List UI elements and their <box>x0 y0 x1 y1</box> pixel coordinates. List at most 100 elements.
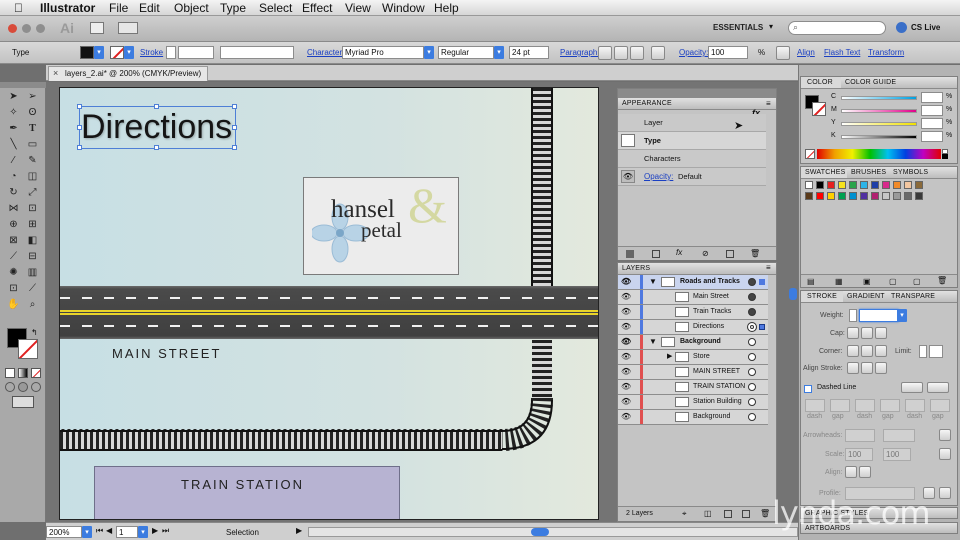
close-icon[interactable]: × <box>53 68 58 78</box>
line-tool-icon[interactable]: ╲ <box>5 138 22 152</box>
delete-item-icon[interactable]: 🗑 <box>750 249 760 258</box>
layer-name[interactable]: Background <box>680 335 721 349</box>
color-swatch[interactable] <box>871 181 879 189</box>
dash-preserve-button[interactable] <box>901 382 923 393</box>
eye-icon[interactable]: 👁 <box>621 353 631 361</box>
paragraph-link[interactable]: Paragraph: <box>560 48 600 57</box>
artboard[interactable]: Directions & hansel petal MAIN STREET TR… <box>59 87 599 520</box>
eye-icon[interactable]: 👁 <box>621 323 631 331</box>
round-join-button[interactable] <box>861 345 873 357</box>
pen-tool-icon[interactable]: ✒ <box>5 122 22 136</box>
layers-panel-header[interactable]: LAYERS <box>618 263 776 275</box>
align-center-button[interactable] <box>614 46 628 60</box>
menu-help[interactable]: Help <box>434 1 459 15</box>
tab-transparency[interactable]: TRANSPARE <box>891 291 935 303</box>
eye-icon[interactable]: 👁 <box>621 383 631 391</box>
link-scale-button[interactable] <box>939 448 951 460</box>
arrow-tip-beyond-button[interactable] <box>845 466 857 478</box>
dash-field-2[interactable] <box>855 399 875 412</box>
eye-icon[interactable]: 👁 <box>621 278 631 286</box>
scale-start-field[interactable]: 100 <box>845 448 873 461</box>
column-graph-tool-icon[interactable]: ▥ <box>24 266 41 280</box>
horizontal-scrollbar[interactable] <box>308 527 798 537</box>
screen-mode-icon[interactable] <box>12 396 34 408</box>
font-style-dropdown[interactable]: ▾ <box>494 46 504 59</box>
menu-view[interactable]: View <box>345 1 371 15</box>
rectangle-tool-icon[interactable]: ▭ <box>24 138 41 152</box>
dashed-line-checkbox[interactable] <box>804 385 812 393</box>
color-swatch[interactable] <box>816 181 824 189</box>
slider-y[interactable] <box>841 122 917 126</box>
station-building[interactable]: TRAIN STATION <box>94 466 400 519</box>
eyedropper-tool-icon[interactable]: ⟋ <box>5 250 22 264</box>
blend-tool-icon[interactable]: ⊟ <box>24 250 41 264</box>
scale-tool-icon[interactable]: ⤢ <box>24 186 41 200</box>
gradient-tool-icon[interactable]: ◧ <box>24 234 41 248</box>
delete-layer-icon[interactable]: 🗑 <box>760 509 770 518</box>
swap-colors-icon[interactable]: ↰ <box>31 328 38 337</box>
tab-gradient[interactable]: GRADIENT <box>847 291 885 303</box>
weight-dropdown[interactable]: ▾ <box>897 309 907 322</box>
target-icon[interactable] <box>748 398 756 406</box>
dash-align-button[interactable] <box>927 382 949 393</box>
workspace-switcher[interactable]: ESSENTIALS <box>713 23 763 32</box>
menu-edit[interactable]: Edit <box>139 1 160 15</box>
scale-end-field[interactable]: 100 <box>883 448 911 461</box>
mesh-tool-icon[interactable]: ⊠ <box>5 234 22 248</box>
tab-color-guide[interactable]: COLOR GUIDE <box>843 77 896 89</box>
limit-field[interactable] <box>929 345 943 358</box>
target-icon[interactable] <box>748 368 756 376</box>
slider-m[interactable] <box>841 109 917 113</box>
lasso-tool-icon[interactable]: ʘ <box>24 106 41 120</box>
stroke-swatch[interactable] <box>110 46 124 59</box>
artboard-number-field[interactable]: 1 <box>116 526 138 538</box>
help-search-input[interactable]: ⌕ <box>788 21 886 35</box>
recolor-artwork-button[interactable] <box>651 46 665 60</box>
layer-name[interactable]: TRAIN STATION <box>693 380 745 394</box>
zoom-field[interactable]: 200% <box>46 526 82 538</box>
layer-name[interactable]: Roads and Tracks <box>680 275 740 289</box>
none-swatch[interactable] <box>805 149 815 159</box>
color-swatch[interactable] <box>849 192 857 200</box>
flip-across-button[interactable] <box>939 487 951 499</box>
delete-swatch-icon[interactable]: 🗑 <box>937 276 947 285</box>
swatch-options-icon[interactable]: ▣ <box>863 277 871 286</box>
perspective-grid-tool-icon[interactable]: ⊞ <box>24 218 41 232</box>
add-stroke-icon[interactable] <box>652 250 660 258</box>
layer-row[interactable]: 👁 Background <box>618 410 768 425</box>
stroke-color-box[interactable] <box>812 102 826 116</box>
gradient-mode-icon[interactable] <box>18 368 28 378</box>
value-k[interactable] <box>921 131 943 142</box>
main-street-label[interactable]: MAIN STREET <box>112 346 221 361</box>
projecting-cap-button[interactable] <box>875 327 887 339</box>
slider-k[interactable] <box>841 135 917 139</box>
appearance-row-characters[interactable]: Characters <box>618 150 766 168</box>
gap-field-1[interactable] <box>830 399 850 412</box>
disclosure-triangle-icon[interactable]: ▼ <box>649 335 657 349</box>
scrollbar-thumb[interactable] <box>531 528 549 536</box>
color-swatch[interactable] <box>805 192 813 200</box>
color-swatch[interactable] <box>860 181 868 189</box>
layer-name[interactable]: Background <box>693 410 730 424</box>
new-color-group-icon[interactable]: ▢ <box>889 277 897 286</box>
layer-row[interactable]: 👁 MAIN STREET <box>618 365 768 380</box>
zoom-window-icon[interactable] <box>36 24 45 33</box>
value-y[interactable] <box>921 118 943 129</box>
gap-field-3[interactable] <box>930 399 950 412</box>
draw-inside-icon[interactable] <box>31 382 41 392</box>
document-setup-button[interactable] <box>776 46 790 60</box>
layer-row[interactable]: 👁 TRAIN STATION <box>618 380 768 395</box>
apple-icon[interactable]:  <box>14 1 23 15</box>
next-artboard-icon[interactable]: ▶ <box>152 526 158 535</box>
align-left-button[interactable] <box>598 46 612 60</box>
tab-stroke[interactable]: STROKE <box>801 291 843 302</box>
fill-dropdown[interactable]: ▾ <box>94 46 104 59</box>
swap-arrowheads-button[interactable] <box>939 429 951 441</box>
font-family-field[interactable]: Myriad Pro <box>342 46 424 59</box>
stroke-link[interactable]: Stroke <box>140 48 163 57</box>
target-icon[interactable] <box>747 322 757 332</box>
close-window-icon[interactable] <box>8 24 17 33</box>
menu-type[interactable]: Type <box>220 1 246 15</box>
color-swatch[interactable] <box>882 192 890 200</box>
new-swatch-icon[interactable]: ▢ <box>913 277 921 286</box>
